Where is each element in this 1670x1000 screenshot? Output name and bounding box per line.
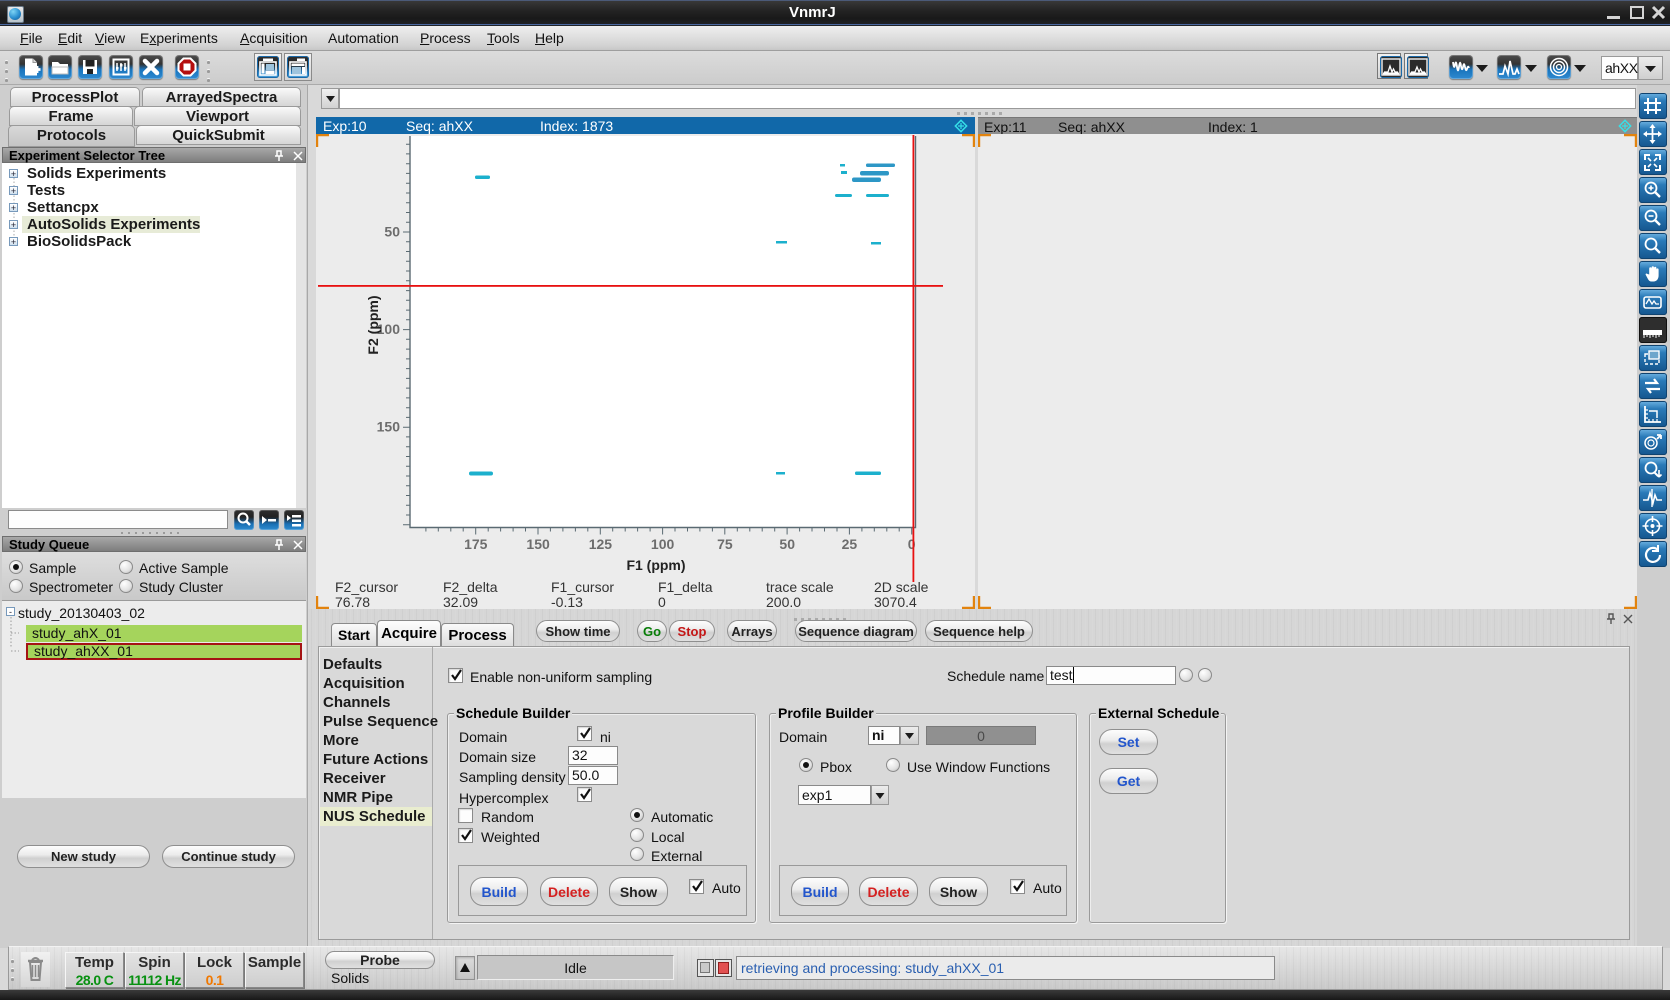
svg-text:0: 0 (658, 594, 666, 609)
svg-text:50: 50 (779, 536, 795, 552)
svg-text:50: 50 (384, 224, 400, 240)
svg-text:150: 150 (377, 419, 401, 435)
svg-text:F1_cursor: F1_cursor (551, 579, 614, 595)
svg-text:F1_delta: F1_delta (658, 579, 713, 595)
svg-text:F2_cursor: F2_cursor (335, 579, 398, 595)
svg-text:0: 0 (908, 536, 916, 552)
svg-text:F2_delta: F2_delta (443, 579, 498, 595)
svg-text:trace scale: trace scale (766, 579, 834, 595)
svg-text:3070.4: 3070.4 (874, 594, 917, 609)
svg-text:-0.13: -0.13 (551, 594, 583, 609)
svg-text:F1 (ppm): F1 (ppm) (626, 557, 685, 573)
svg-text:75: 75 (717, 536, 733, 552)
svg-text:32.09: 32.09 (443, 594, 478, 609)
svg-text:25: 25 (842, 536, 858, 552)
svg-text:76.78: 76.78 (335, 594, 370, 609)
svg-text:2D scale: 2D scale (874, 579, 929, 595)
svg-text:150: 150 (526, 536, 550, 552)
svg-text:125: 125 (589, 536, 613, 552)
svg-text:F2 (ppm): F2 (ppm) (365, 295, 381, 354)
svg-text:200.0: 200.0 (766, 594, 801, 609)
svg-text:100: 100 (651, 536, 675, 552)
svg-text:175: 175 (464, 536, 488, 552)
